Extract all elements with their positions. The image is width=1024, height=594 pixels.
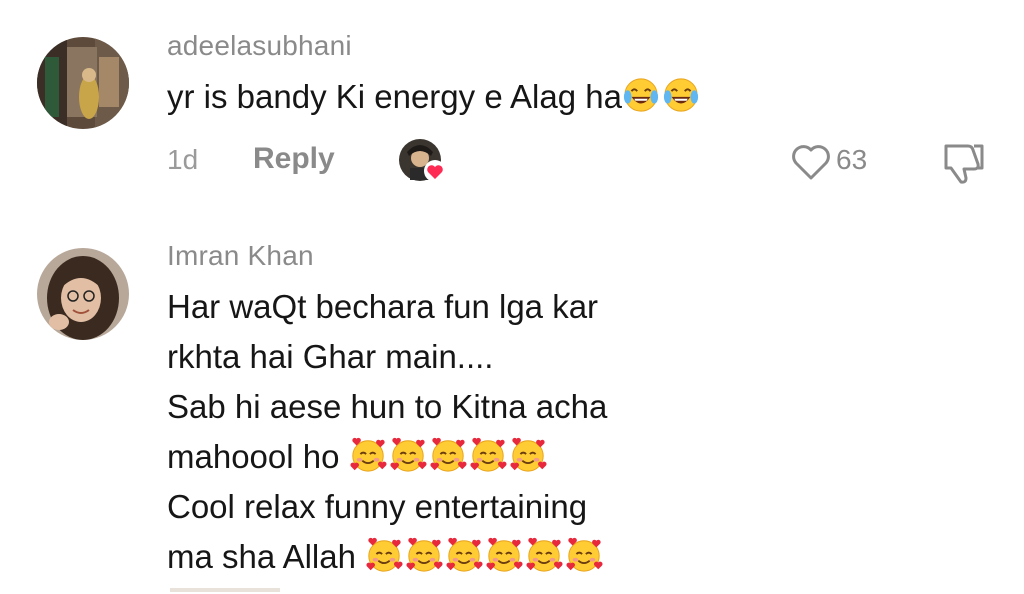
heart-outline-icon[interactable] xyxy=(790,142,832,182)
comment-item: Imran Khan Har waQt bechara fun lga kar … xyxy=(0,200,1024,594)
comment-text: Har waQt bechara fun lga kar rkhta hai G… xyxy=(167,282,607,582)
comment-line: ma sha Allah xyxy=(167,532,607,582)
like-button[interactable]: 63 xyxy=(790,140,890,184)
dislike-button[interactable] xyxy=(938,140,988,186)
comment-text: yr is bandy Ki energy e Alag ha xyxy=(167,72,702,122)
divider xyxy=(170,588,280,592)
comment-username[interactable]: adeelasubhani xyxy=(167,30,352,62)
smiling-face-with-hearts-icon xyxy=(469,436,507,474)
comment-line: yr is bandy Ki energy e Alag ha xyxy=(167,72,702,122)
comment-line: Har waQt bechara fun lga kar xyxy=(167,288,599,325)
smiling-face-with-hearts-icon xyxy=(445,536,483,574)
comment-line: rkhta hai Ghar main.... xyxy=(167,338,494,375)
smiling-face-with-hearts-icon xyxy=(565,536,603,574)
reply-button[interactable]: Reply xyxy=(253,142,335,176)
smiling-face-with-hearts-icon xyxy=(525,536,563,574)
smiling-face-with-hearts-icon xyxy=(429,436,467,474)
creator-liked-avatar-icon xyxy=(398,138,448,184)
comment-line: Sab hi aese hun to Kitna acha xyxy=(167,388,608,425)
like-count: 63 xyxy=(836,144,868,175)
smiling-face-with-hearts-icon xyxy=(349,436,387,474)
smiling-face-with-hearts-icon xyxy=(389,436,427,474)
comment-line: mahoool ho xyxy=(167,432,607,482)
comment-line: Cool relax funny entertaining xyxy=(167,488,588,525)
thumbs-down-icon[interactable] xyxy=(938,140,988,186)
comment-meta: 1d Reply 63 xyxy=(0,138,1024,190)
smiling-face-with-hearts-icon xyxy=(405,536,443,574)
avatar[interactable] xyxy=(37,248,129,340)
avatar[interactable] xyxy=(37,37,129,129)
face-with-tears-of-joy-icon xyxy=(662,76,700,114)
smiling-face-with-hearts-icon xyxy=(485,536,523,574)
comment-item: adeelasubhani yr is bandy Ki energy e Al… xyxy=(0,0,1024,200)
smiling-face-with-hearts-icon xyxy=(509,436,547,474)
face-with-tears-of-joy-icon xyxy=(622,76,660,114)
smiling-face-with-hearts-icon xyxy=(365,536,403,574)
comment-username[interactable]: Imran Khan xyxy=(167,240,314,272)
comment-age: 1d xyxy=(167,144,199,175)
